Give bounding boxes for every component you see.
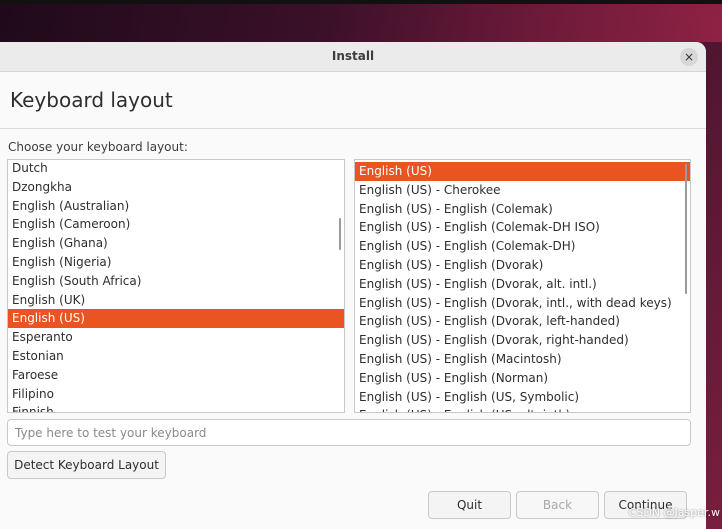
installer-window: Install × Keyboard layout Choose your ke… — [0, 42, 706, 529]
back-button[interactable]: Back — [516, 491, 599, 519]
choose-layout-label: Choose your keyboard layout: — [8, 140, 188, 154]
variant-list-scrollbar[interactable] — [685, 164, 687, 294]
layout-items: Dutch Dzongkha English (Australian) English… — [8, 160, 344, 412]
list-item[interactable]: English (US) - English (Dvorak, right-ha… — [355, 331, 690, 350]
header-divider — [0, 128, 706, 129]
list-item[interactable]: English (South Africa) — [8, 272, 344, 291]
list-item[interactable]: English (US) - English (Dvorak) — [355, 256, 690, 275]
list-item[interactable]: English (UK) — [8, 291, 344, 310]
list-item[interactable]: English (US) - English (Dvorak, alt. int… — [355, 275, 690, 294]
list-item[interactable]: English (US) - English (Colemak-DH ISO) — [355, 218, 690, 237]
variant-items: English (US) English (US) - Cherokee Engli… — [355, 162, 690, 412]
layout-list-scrollbar[interactable] — [339, 218, 341, 250]
detect-keyboard-layout-button[interactable]: Detect Keyboard Layout — [7, 451, 166, 479]
layout-list[interactable]: Dutch Dzongkha English (Australian) English… — [7, 159, 345, 413]
list-item[interactable]: English (US) - English (Colemak) — [355, 200, 690, 219]
list-item[interactable]: English (US) - English (US, Symbolic) — [355, 388, 690, 407]
list-item[interactable]: Estonian — [8, 347, 344, 366]
list-item[interactable]: English (US) - English (Norman) — [355, 369, 690, 388]
title-bar: Install × — [0, 42, 706, 72]
top-panel — [0, 0, 722, 4]
desktop-background — [0, 0, 722, 42]
list-item[interactable]: Filipino — [8, 385, 344, 404]
list-item[interactable]: English (US) - English (Macintosh) — [355, 350, 690, 369]
list-item[interactable]: Esperanto — [8, 328, 344, 347]
variant-list[interactable]: English (US) English (US) - Cherokee Engli… — [354, 159, 691, 413]
list-item[interactable]: English (US) — [355, 162, 690, 181]
list-item[interactable]: Dutch — [8, 160, 344, 178]
list-item[interactable]: English (US) - English (Colemak-DH) — [355, 237, 690, 256]
page-title: Keyboard layout — [10, 88, 173, 112]
list-item[interactable]: Faroese — [8, 366, 344, 385]
close-icon[interactable]: × — [680, 48, 698, 66]
watermark: CSDN @Jasper.w — [628, 506, 720, 519]
list-item[interactable]: English (Ghana) — [8, 234, 344, 253]
list-item[interactable]: English (US) - English (Dvorak, left-han… — [355, 312, 690, 331]
keyboard-test-input[interactable] — [7, 419, 691, 446]
list-item[interactable]: English (Cameroon) — [8, 215, 344, 234]
window-title: Install — [331, 49, 375, 63]
list-item[interactable]: English (US) - Cherokee — [355, 181, 690, 200]
list-item[interactable]: English (Australian) — [8, 197, 344, 216]
list-item[interactable]: English (US) - English (US, alt. intl.) — [355, 406, 690, 412]
list-item[interactable]: Dzongkha — [8, 178, 344, 197]
list-item[interactable]: Finnish — [8, 403, 344, 412]
quit-button[interactable]: Quit — [428, 491, 511, 519]
list-item[interactable]: English (US) — [8, 309, 344, 329]
list-item[interactable]: English (Nigeria) — [8, 253, 344, 272]
list-item[interactable]: English (US) - English (Dvorak, intl., w… — [355, 294, 690, 313]
